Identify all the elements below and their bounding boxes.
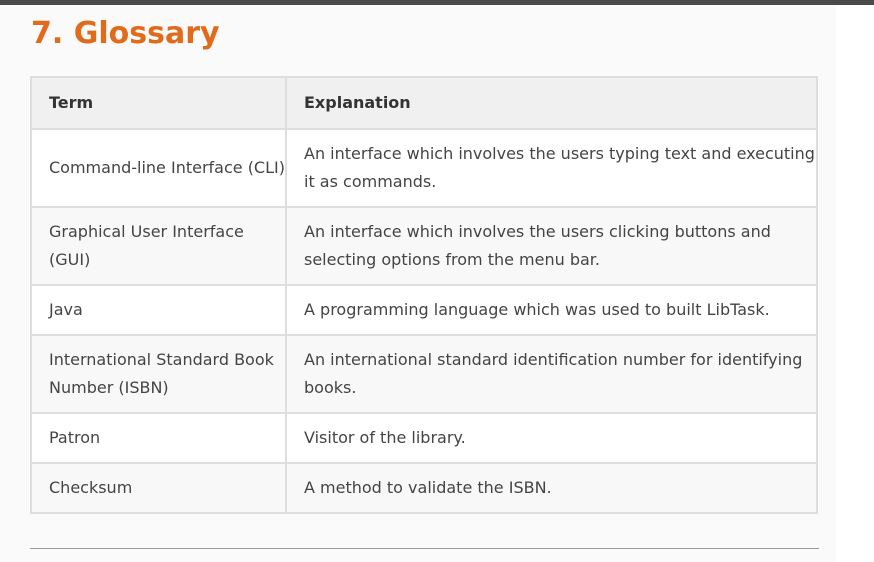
table-row: Checksum A method to validate the ISBN. — [30, 462, 818, 514]
table-header-row: Term Explanation — [30, 76, 818, 130]
explanation-cell: A programming language which was used to… — [285, 284, 818, 336]
explanation-cell: An interface which involves the users ty… — [285, 128, 818, 208]
term-cell: Graphical User Interface (GUI) — [30, 206, 287, 286]
section-heading: 7. Glossary — [31, 16, 220, 51]
term-cell: Java — [30, 284, 287, 336]
document-content: 7. Glossary Term Explanation Command-lin… — [0, 5, 836, 562]
table-row: Graphical User Interface (GUI) An interf… — [30, 206, 818, 286]
table-row: Patron Visitor of the library. — [30, 412, 818, 464]
term-cell: Checksum — [30, 462, 287, 514]
horizontal-rule — [30, 548, 819, 549]
table-row: International Standard Book Number (ISBN… — [30, 334, 818, 414]
explanation-cell: An international standard identification… — [285, 334, 818, 414]
explanation-cell: A method to validate the ISBN. — [285, 462, 818, 514]
table-row: Java A programming language which was us… — [30, 284, 818, 336]
term-cell: International Standard Book Number (ISBN… — [30, 334, 287, 414]
explanation-cell: Visitor of the library. — [285, 412, 818, 464]
header-term: Term — [30, 76, 287, 130]
term-cell: Command-line Interface (CLI) — [30, 128, 287, 208]
explanation-cell: An interface which involves the users cl… — [285, 206, 818, 286]
table-row: Command-line Interface (CLI) An interfac… — [30, 128, 818, 208]
glossary-table: Term Explanation Command-line Interface … — [30, 76, 818, 514]
header-explanation: Explanation — [285, 76, 818, 130]
term-cell: Patron — [30, 412, 287, 464]
